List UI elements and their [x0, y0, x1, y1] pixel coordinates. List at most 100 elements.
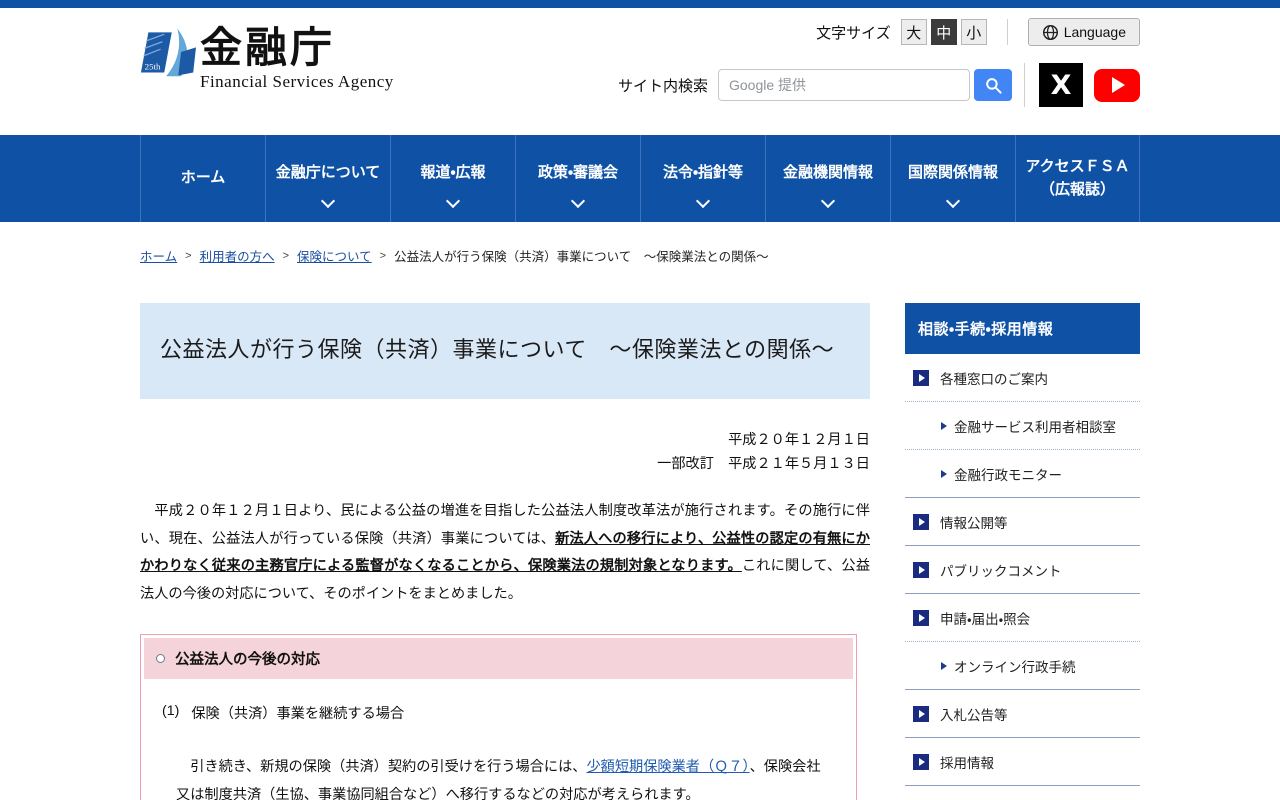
youtube-play-glyph — [1112, 77, 1125, 93]
chevron-down-icon — [570, 193, 586, 209]
response-box-header: 公益法人の今後の対応 — [144, 637, 853, 679]
sidebar-item-label: 採用情報 — [940, 756, 994, 771]
language-button[interactable]: Language — [1027, 18, 1140, 46]
sidebar-item-label: 金融行政モニター — [954, 468, 1062, 483]
sidebar-item-label: パブリックコメント — [940, 564, 1062, 579]
page-title: 公益法人が行う保険（共済）事業について ～保険業法との関係～ — [160, 337, 835, 362]
nav-item-label: 報道・広報 — [420, 164, 486, 182]
globe-icon — [1042, 24, 1058, 40]
main-nav: ホーム 金融庁について 報道・広報 政策・審議会 法令・指針等 金融機関情報 国際関係情報 ア… — [0, 135, 1280, 222]
sidebar-item-label: 情報公開等 — [940, 516, 1008, 531]
case-item-label: 保険（共済）事業を継続する場合 — [191, 705, 405, 722]
content: 公益法人が行う保険（共済）事業について ～保険業法との関係～ 平成２０年１２月１… — [140, 303, 1140, 800]
site-search-label: サイト内検索 — [617, 77, 708, 95]
site-header: 25th 金融庁 Financial Services Agency 文字サイズ… — [0, 8, 1280, 135]
header-divider — [1006, 19, 1008, 45]
logo-title: 金融庁 — [200, 24, 336, 71]
sidebar-item-label: 入札公告等 — [940, 708, 1008, 723]
breadcrumb-link-2[interactable]: 利用者の方へ — [200, 246, 275, 265]
response-box: 公益法人の今後の対応 (1) 保険（共済）事業を継続する場合 引き続き、新規の保… — [140, 633, 857, 800]
intro-paragraph: 平成２０年１２月１日より、民による公益の増進を目指した公益法人制度改革法が施行さ… — [140, 498, 870, 609]
text-size-option-3[interactable]: 小 — [960, 19, 987, 45]
logo-subtitle: Financial Services Agency — [200, 72, 394, 92]
nav-item-1[interactable]: ホーム — [140, 135, 265, 222]
x-social-icon[interactable]: X — [1039, 63, 1083, 107]
sidebar-item-6[interactable]: 申請・届出・照会 — [905, 594, 1140, 642]
revision-date: 一部改訂 平成２１年５月１３日 — [657, 455, 870, 472]
nav-item-5[interactable]: 法令・指針等 — [640, 135, 765, 222]
circle-bullet-icon — [156, 653, 165, 663]
case-item-paragraph: 引き続き、新規の保険（共済）契約の引受けを行う場合には、少額短期保険業者（Ｑ７）… — [162, 753, 839, 800]
triangle-arrow-icon — [941, 470, 947, 478]
chevron-down-icon — [695, 193, 711, 209]
breadcrumb-current: 公益法人が行う保険（共済）事業について ～保険業法との関係～ — [394, 250, 769, 264]
sidebar-item-2[interactable]: 金融サービス利用者相談室 — [905, 402, 1140, 450]
square-arrow-icon — [913, 610, 929, 626]
logo-badge: 25th — [145, 62, 161, 72]
page: 25th 金融庁 Financial Services Agency 文字サイズ… — [0, 0, 1280, 800]
text-size-label: 文字サイズ — [816, 24, 891, 42]
sidebar: 相談・手続・採用情報 各種窓口のご案内金融サービス利用者相談室 金融行政モニター情… — [905, 303, 1140, 800]
nav-item-2[interactable]: 金融庁について — [265, 135, 390, 222]
language-button-label: Language — [1063, 24, 1126, 40]
breadcrumb-link-1[interactable]: ホーム — [140, 246, 177, 265]
title-box: 公益法人が行う保険（共済）事業について ～保険業法との関係～ — [140, 303, 870, 400]
sidebar-list: 各種窓口のご案内金融サービス利用者相談室 金融行政モニター情報公開等パブリックコメ… — [905, 354, 1140, 786]
sidebar-item-4[interactable]: 情報公開等 — [905, 498, 1140, 546]
nav-item-7[interactable]: 国際関係情報 — [890, 135, 1015, 222]
sidebar-item-1[interactable]: 各種窓口のご案内 — [905, 354, 1140, 402]
nav-item-8[interactable]: アクセスＦＳＡ （広報誌） — [1015, 135, 1140, 222]
youtube-icon[interactable] — [1094, 68, 1140, 102]
nav-item-label: 金融機関情報 — [782, 164, 873, 182]
case-item-number: (1) — [162, 702, 180, 719]
header-controls: 文字サイズ 大中小 Language サイト内検索 Google 提供 X — [618, 18, 1140, 107]
breadcrumb-link-3[interactable]: 保険について — [297, 246, 372, 265]
publish-date: 平成２０年１２月１日 — [728, 432, 870, 449]
nav-item-label: ホーム — [180, 169, 226, 187]
sidebar-item-9[interactable]: 採用情報 — [905, 738, 1140, 786]
sidebar-item-7[interactable]: オンライン行政手続 — [905, 642, 1140, 690]
top-accent-strip — [0, 0, 1280, 8]
text-size-option-1[interactable]: 大 — [900, 19, 927, 45]
breadcrumb: ホーム > 利用者の方へ > 保険について > 公益法人が行う保険（共済）事業について ～保… — [140, 246, 1280, 265]
text-size-option-2[interactable]: 中 — [930, 19, 957, 45]
square-arrow-icon — [913, 370, 929, 386]
nav-item-label: アクセスＦＳＡ （広報誌） — [1025, 158, 1130, 198]
triangle-arrow-icon — [941, 662, 947, 670]
header-divider — [1024, 63, 1025, 107]
response-box-title: 公益法人の今後の対応 — [175, 651, 320, 668]
chevron-down-icon — [945, 193, 961, 209]
site-search-input[interactable] — [718, 69, 970, 101]
square-arrow-icon — [913, 754, 929, 770]
breadcrumb-separator: > — [185, 249, 192, 262]
sidebar-header: 相談・手続・採用情報 — [905, 303, 1140, 354]
search-button[interactable] — [974, 69, 1012, 101]
chevron-down-icon — [445, 193, 461, 209]
small-amount-insurer-link[interactable]: 少額短期保険業者（Ｑ７） — [586, 759, 749, 775]
case-item-title: (1) 保険（共済）事業を継続する場合 — [162, 703, 839, 723]
square-arrow-icon — [913, 514, 929, 530]
breadcrumb-separator: > — [282, 249, 290, 262]
sidebar-item-3[interactable]: 金融行政モニター — [905, 450, 1140, 498]
response-box-body: (1) 保険（共済）事業を継続する場合 引き続き、新規の保険（共済）契約の引受け… — [144, 678, 853, 800]
sidebar-item-5[interactable]: パブリックコメント — [905, 546, 1140, 594]
triangle-arrow-icon — [941, 422, 947, 430]
fsa-logo[interactable]: 25th 金融庁 Financial Services Agency — [140, 24, 394, 92]
nav-item-6[interactable]: 金融機関情報 — [765, 135, 890, 222]
nav-item-label: 政策・審議会 — [537, 164, 619, 182]
search-icon — [985, 77, 1002, 94]
chevron-down-icon — [820, 193, 836, 209]
nav-item-label: 法令・指針等 — [662, 164, 744, 182]
x-glyph: X — [1050, 69, 1072, 101]
date-block: 平成２０年１２月１日 一部改訂 平成２１年５月１３日 — [140, 429, 870, 476]
sidebar-item-label: 各種窓口のご案内 — [940, 372, 1048, 387]
sidebar-item-8[interactable]: 入札公告等 — [905, 690, 1140, 738]
chevron-down-icon — [320, 193, 336, 209]
nav-item-3[interactable]: 報道・広報 — [390, 135, 515, 222]
sidebar-item-label: 金融サービス利用者相談室 — [954, 420, 1116, 435]
nav-item-4[interactable]: 政策・審議会 — [515, 135, 640, 222]
square-arrow-icon — [913, 706, 929, 722]
nav-item-label: 金融庁について — [275, 164, 381, 182]
main-column: 公益法人が行う保険（共済）事業について ～保険業法との関係～ 平成２０年１２月１… — [140, 303, 870, 800]
square-arrow-icon — [913, 562, 929, 578]
